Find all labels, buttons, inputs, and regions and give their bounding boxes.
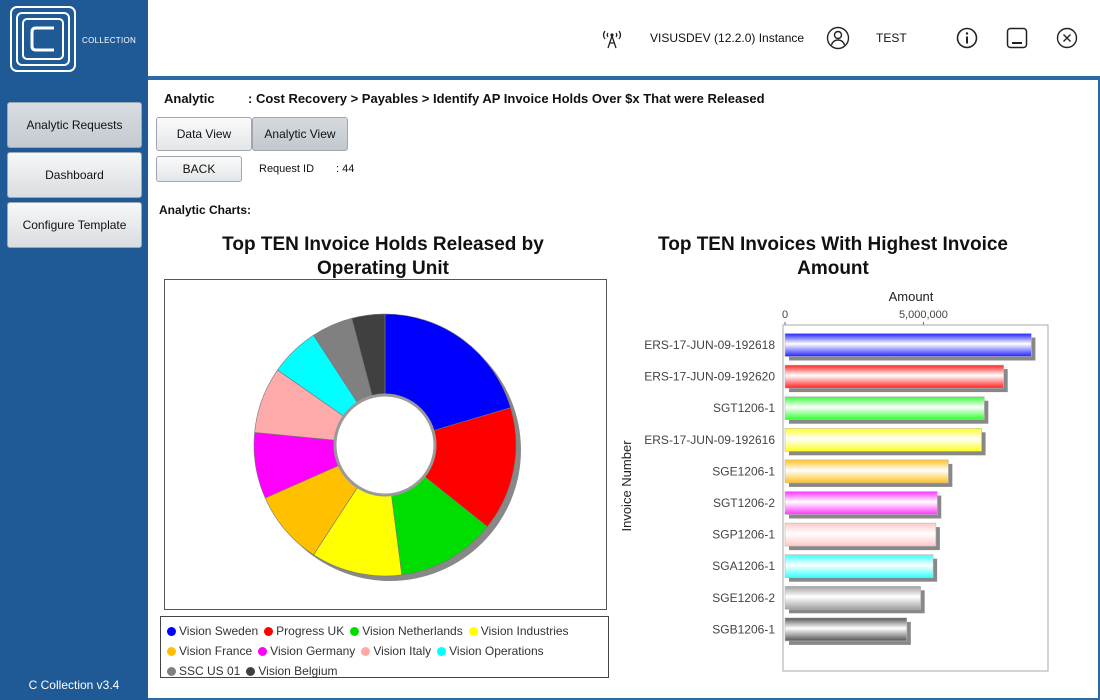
y-tick-label: ERS-17-JUN-09-192616 [644,433,775,447]
bar-chart-title: Top TEN Invoices With Highest Invoice Am… [618,233,1048,281]
pie-hole [333,393,437,497]
legend-item: SSC US 01 [167,664,240,678]
bar-chart-title-line2: Amount [797,258,869,279]
bar [784,554,934,579]
legend-swatch [361,646,371,656]
user-icon[interactable] [826,26,850,50]
y-tick-label: ERS-17-JUN-09-192620 [644,370,775,384]
request-id-label: Request ID [259,163,315,175]
legend-label: SSC US 01 [179,664,241,678]
bar [784,333,1032,357]
legend-row: Vision Sweden Progress UK Vision Netherlan… [167,621,602,641]
pie-chart-title-line2: Operating Unit [317,258,449,279]
bar-chart-title-line1: Top TEN Invoices With Highest Invoice [658,234,1008,255]
legend-swatch [350,626,360,636]
sidebar-item-analytic-requests[interactable]: Analytic Requests [7,102,142,148]
bar [784,522,937,547]
breadcrumb: : Cost Recovery > Payables > Identify AP… [248,91,765,106]
legend-item: Vision France [167,644,252,658]
info-icon[interactable] [955,26,979,50]
legend-item: Vision Industries [468,624,569,638]
app-version: C Collection v3.4 [28,678,120,692]
sidebar-item-configure-template[interactable]: Configure Template [7,202,142,248]
bar [784,428,982,452]
logo-text: COLLECTION [82,36,137,45]
bar [784,585,921,610]
close-icon[interactable] [1055,26,1079,50]
bar [784,459,949,484]
legend-row: Vision France Vision Germany Vision Italy V… [167,641,602,661]
pie-chart-legend: Vision Sweden Progress UK Vision Netherlan… [160,616,609,678]
legend-label: Vision Operations [449,644,544,658]
legend-swatch [264,626,274,636]
y-tick-label: SGP1206-1 [712,528,775,542]
legend-item: Vision Italy [361,644,431,658]
pie-chart-title: Top TEN Invoice Holds Released by Operat… [168,233,598,281]
legend-swatch [167,666,176,676]
legend-swatch [167,646,176,656]
legend-swatch [437,646,447,656]
bar [784,364,1005,389]
pie-chart-title-line1: Top TEN Invoice Holds Released by [222,234,544,255]
legend-label: Vision France [179,644,253,658]
sidebar-item-dashboard[interactable]: Dashboard [7,152,142,198]
pie-chart-panel [164,279,607,610]
legend-swatch [167,626,176,636]
request-id-value: : 44 [336,163,355,175]
x-tick-label: 5,000,000 [899,309,948,321]
legend-item: Vision Sweden [167,624,258,638]
y-tick-label: ERS-17-JUN-09-192618 [644,338,775,352]
top-header: VISUSDEV (12.2.0) Instance TEST [148,0,1100,78]
legend-swatch [246,666,256,676]
legend-item: Vision Belgium [246,664,338,678]
legend-label: Progress UK [276,624,345,638]
logo-c-icon [10,6,76,72]
legend-label: Vision Italy [373,644,432,658]
y-axis-label: Invoice Number [619,440,634,532]
y-tick-label: SGT1206-1 [713,401,775,415]
x-axis-label: Amount [889,289,934,304]
back-button[interactable]: BACK [156,156,242,182]
x-tick-label: 0 [782,309,788,321]
sidebar: COLLECTION Analytic Requests Dashboard C… [0,0,148,700]
y-tick-label: SGA1206-1 [712,559,775,573]
bar [784,491,938,515]
legend-row: SSC US 01 Vision Belgium [167,661,602,681]
instance-label: VISUSDEV (12.2.0) Instance [650,31,805,45]
legend-item: Vision Operations [437,644,544,658]
y-tick-label: SGE1206-2 [712,591,775,605]
legend-swatch [468,626,478,636]
legend-item: Progress UK [264,624,344,638]
legend-label: Vision Belgium [258,664,338,678]
pie-chart [253,313,521,581]
tab-data-view[interactable]: Data View [156,117,252,151]
bar-chart: Amount 0 5,000,000 Invoice Number ERS-17-JUN… [619,289,1049,672]
legend-swatch [258,646,268,656]
main-content: Analytic : Cost Recovery > Payables > Id… [148,80,1098,698]
legend-label: Vision Germany [270,644,356,658]
legend-item: Vision Germany [258,644,355,658]
legend-label: Vision Sweden [179,624,259,638]
legend-item: Vision Netherlands [350,624,463,638]
legend-label: Vision Netherlands [362,624,463,638]
user-name: TEST [876,31,907,45]
app-logo: COLLECTION [10,6,138,72]
breadcrumb-label: Analytic [164,91,215,106]
analytic-charts-label: Analytic Charts: [159,203,252,217]
y-tick-label: SGT1206-2 [713,496,775,510]
bar [784,617,908,642]
antenna-icon [602,30,622,49]
y-tick-label: SGB1206-1 [712,622,775,636]
y-tick-label: SGE1206-1 [712,464,775,478]
tab-analytic-view[interactable]: Analytic View [252,117,348,151]
legend-label: Vision Industries [480,624,569,638]
bar [784,396,985,420]
minimize-icon[interactable] [1005,26,1029,50]
